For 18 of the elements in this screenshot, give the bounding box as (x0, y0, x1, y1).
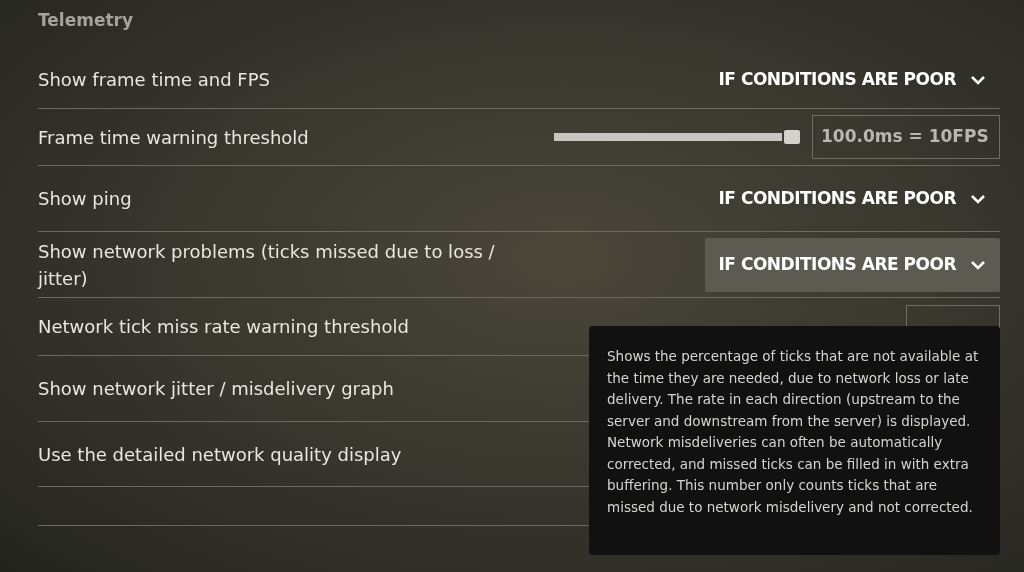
tooltip: Shows the percentage of ticks that are not available at the time they are needed, due to network loss or late delivery. The rate in each direction (upstream to the server and downstream from the server) is displayed. Network misdeliveries can often be automatically corrected, and missed ticks can be filled in with extra buffering. This number only counts ticks that are missed due to network misdelivery and not corrected. (589, 326, 1000, 555)
setting-label: Show network problems (ticks missed due to loss / jitter) (38, 239, 496, 291)
chevron-down-icon (970, 74, 986, 85)
setting-label: Frame time warning threshold (38, 125, 310, 150)
setting-label: Use the detailed network quality display (38, 442, 403, 467)
chevron-down-icon (970, 259, 986, 270)
setting-label: Show network jitter / misdelivery graph (38, 377, 395, 401)
slider-track[interactable] (554, 133, 782, 141)
setting-label: Show frame time and FPS (38, 68, 271, 92)
slider-thumb[interactable] (784, 130, 800, 144)
dropdown[interactable]: IF CONDITIONS ARE POOR (704, 237, 1000, 292)
setting-label: Network tick miss rate warning threshold (38, 315, 410, 339)
setting-label: Show ping (38, 187, 133, 211)
value-field[interactable]: 100.0ms = 10FPS (812, 115, 1000, 159)
dropdown[interactable]: IF CONDITIONS ARE POOR (704, 52, 1000, 107)
section-title: Telemetry (38, 9, 135, 32)
dropdown[interactable]: IF CONDITIONS ARE POOR (704, 171, 1000, 226)
chevron-down-icon (970, 193, 986, 204)
